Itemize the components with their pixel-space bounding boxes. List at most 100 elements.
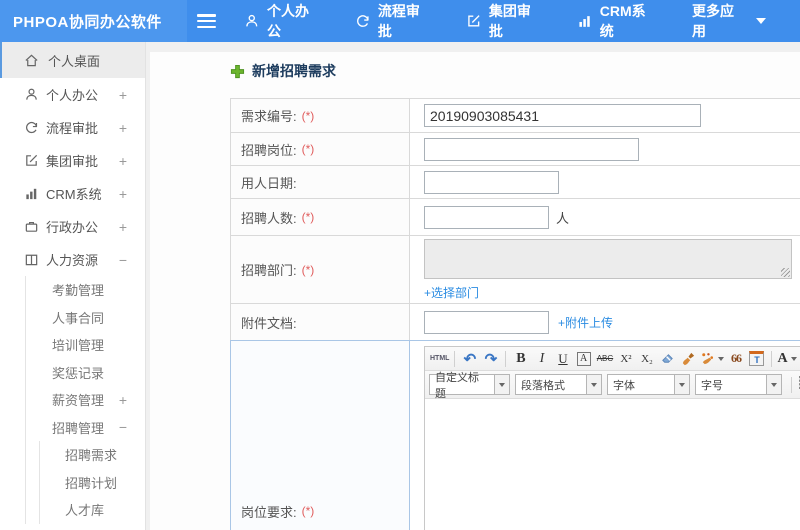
app-window: PHPOA协同办公软件 个人办公 流程审批 集团审批 CRM系统 更多应用 个人… (0, 0, 800, 530)
nav-item-crm[interactable]: CRM系统 (577, 1, 658, 41)
heading-select[interactable]: 自定义标题 (429, 372, 510, 400)
chevron-down-icon (718, 356, 725, 361)
expand-plus-icon[interactable]: + (119, 120, 127, 136)
font-border-button[interactable]: A (574, 349, 593, 368)
redo-button[interactable]: ↷ (481, 349, 500, 368)
strikethrough-button[interactable]: ABC (595, 349, 614, 368)
hire-date-label: 用人日期: (231, 166, 410, 198)
add-plus-icon (230, 64, 245, 78)
font-size-select[interactable]: 字号 (695, 374, 782, 395)
sidebar-item-training-mgmt[interactable]: 培训管理 (0, 331, 145, 359)
blockquote-button[interactable]: 66 (726, 349, 745, 368)
expand-plus-icon[interactable]: + (119, 219, 127, 235)
font-family-select[interactable]: 字体 (607, 374, 690, 395)
clean-format-button[interactable] (679, 349, 698, 368)
sidebar-item-group-approval[interactable]: 集团审批 + (0, 144, 145, 177)
sidebar-item-reward-records[interactable]: 奖惩记录 (0, 358, 145, 387)
editor-toolbar-row1: HTML ↶ ↷ B I U A ABC X² X₂ 66 T A (425, 347, 800, 371)
resize-grip-icon[interactable] (781, 267, 790, 277)
book-icon (25, 254, 38, 266)
edit-icon (26, 154, 38, 166)
collapse-minus-icon[interactable]: − (119, 252, 127, 268)
expand-plus-icon[interactable]: + (119, 87, 127, 103)
font-color-button[interactable]: A (777, 349, 797, 368)
sidebar-item-workflow-approval[interactable]: 流程审批 + (0, 111, 145, 144)
header-bar: PHPOA协同办公软件 个人办公 流程审批 集团审批 CRM系统 更多应用 (0, 0, 800, 42)
expand-plus-icon[interactable]: + (119, 186, 127, 202)
italic-button[interactable]: I (532, 349, 551, 368)
chevron-down-icon (790, 356, 797, 361)
undo-button[interactable]: ↶ (460, 349, 479, 368)
sidebar-item-admin-office[interactable]: 行政办公 + (0, 210, 145, 243)
expand-plus-icon[interactable]: + (119, 392, 127, 408)
sidebar-item-recruit-demand[interactable]: 招聘需求 (0, 441, 145, 469)
bold-button[interactable]: B (511, 349, 530, 368)
html-source-button[interactable]: HTML (430, 349, 449, 368)
headcount-label: 招聘人数: (*) (231, 199, 410, 235)
subscript-button[interactable]: X₂ (637, 349, 656, 368)
hamburger-menu-icon[interactable] (196, 14, 217, 28)
position-input[interactable] (424, 137, 639, 161)
bar-chart-icon (579, 16, 590, 27)
select-arrow-button[interactable] (674, 375, 689, 394)
demand-no-input[interactable] (424, 104, 701, 127)
select-arrow-button[interactable] (494, 375, 509, 394)
sidebar-item-personal-desktop[interactable]: 个人桌面 (0, 42, 145, 78)
job-requirements-label: 岗位要求: (*) (231, 341, 410, 530)
edit-icon (468, 15, 480, 27)
eraser-icon (662, 354, 674, 363)
toolbar-separator (505, 350, 507, 367)
department-textarea[interactable] (424, 238, 792, 279)
select-arrow-button[interactable] (766, 375, 781, 394)
headcount-unit: 人 (556, 210, 570, 226)
expand-plus-icon[interactable]: + (119, 153, 127, 169)
sidebar-item-salary-mgmt[interactable]: 薪资管理 + (0, 386, 145, 414)
sidebar-item-recruit-mgmt[interactable]: 招聘管理 − (0, 413, 145, 442)
superscript-button[interactable]: X² (616, 349, 635, 368)
sidebar-item-recruit-plan[interactable]: 招聘计划 (0, 468, 145, 497)
briefcase-icon (25, 221, 38, 232)
attachment-input[interactable] (424, 310, 549, 334)
paragraph-format-select[interactable]: 段落格式 (515, 374, 602, 395)
required-mark: (*) (301, 108, 315, 123)
upload-attachment-link[interactable]: +附件上传 (558, 314, 613, 331)
editor-content-area[interactable] (425, 399, 800, 530)
collapse-minus-icon[interactable]: − (119, 419, 127, 435)
format-painter-button[interactable] (700, 349, 725, 368)
form-row-attachment: 附件文档: +附件上传 (230, 304, 800, 341)
sidebar-item-personal-office[interactable]: 个人办公 + (0, 78, 145, 111)
headcount-input[interactable] (424, 205, 549, 229)
top-navigation: 个人办公 流程审批 集团审批 CRM系统 更多应用 (244, 1, 800, 41)
workflow-icon (357, 15, 369, 27)
select-arrow-button[interactable] (586, 375, 601, 394)
app-logo: PHPOA协同办公软件 (0, 0, 187, 42)
nav-item-group-approval[interactable]: 集团审批 (466, 1, 543, 41)
chevron-down-icon (755, 18, 766, 24)
hire-date-input[interactable] (424, 170, 559, 194)
sidebar-item-talent-pool[interactable]: 人才库 (0, 496, 145, 524)
form-row-hire-date: 用人日期: (230, 166, 800, 199)
sidebar-item-hr-contract[interactable]: 人事合同 (0, 303, 145, 332)
sidebar-item-crm[interactable]: CRM系统 + (0, 177, 145, 210)
form-row-demand-no: 需求编号: (*) (230, 99, 800, 133)
required-mark: (*) (301, 262, 315, 277)
brush-icon (683, 352, 695, 366)
page-title: 新增招聘需求 (230, 61, 800, 81)
bar-chart-icon (26, 188, 37, 200)
underline-button[interactable]: U (553, 349, 572, 368)
sidebar-item-hr[interactable]: 人力资源 − (0, 243, 145, 276)
required-mark: (*) (301, 504, 315, 518)
editor-toolbar-row2: 自定义标题 段落格式 字体 字号 (425, 371, 800, 400)
required-mark: (*) (301, 142, 315, 156)
nav-item-personal-office[interactable]: 个人办公 (244, 1, 321, 41)
eraser-button[interactable] (658, 349, 677, 368)
paste-button[interactable]: T (747, 349, 766, 368)
sidebar: 个人桌面 个人办公 + 流程审批 + 集团审批 + CRM系统 + 行政办公 + (0, 42, 146, 530)
nav-item-more-apps[interactable]: 更多应用 (692, 1, 766, 41)
select-department-link[interactable]: +选择部门 (424, 284, 479, 301)
form-row-headcount: 招聘人数: (*) 人 (230, 199, 800, 236)
sidebar-item-attendance-mgmt[interactable]: 考勤管理 (0, 276, 145, 304)
nav-item-workflow-approval[interactable]: 流程审批 (355, 1, 432, 41)
main-panel: 新增招聘需求 需求编号:(*) 招聘岗位:(*) (150, 52, 800, 530)
toolbar-separator (454, 350, 456, 367)
